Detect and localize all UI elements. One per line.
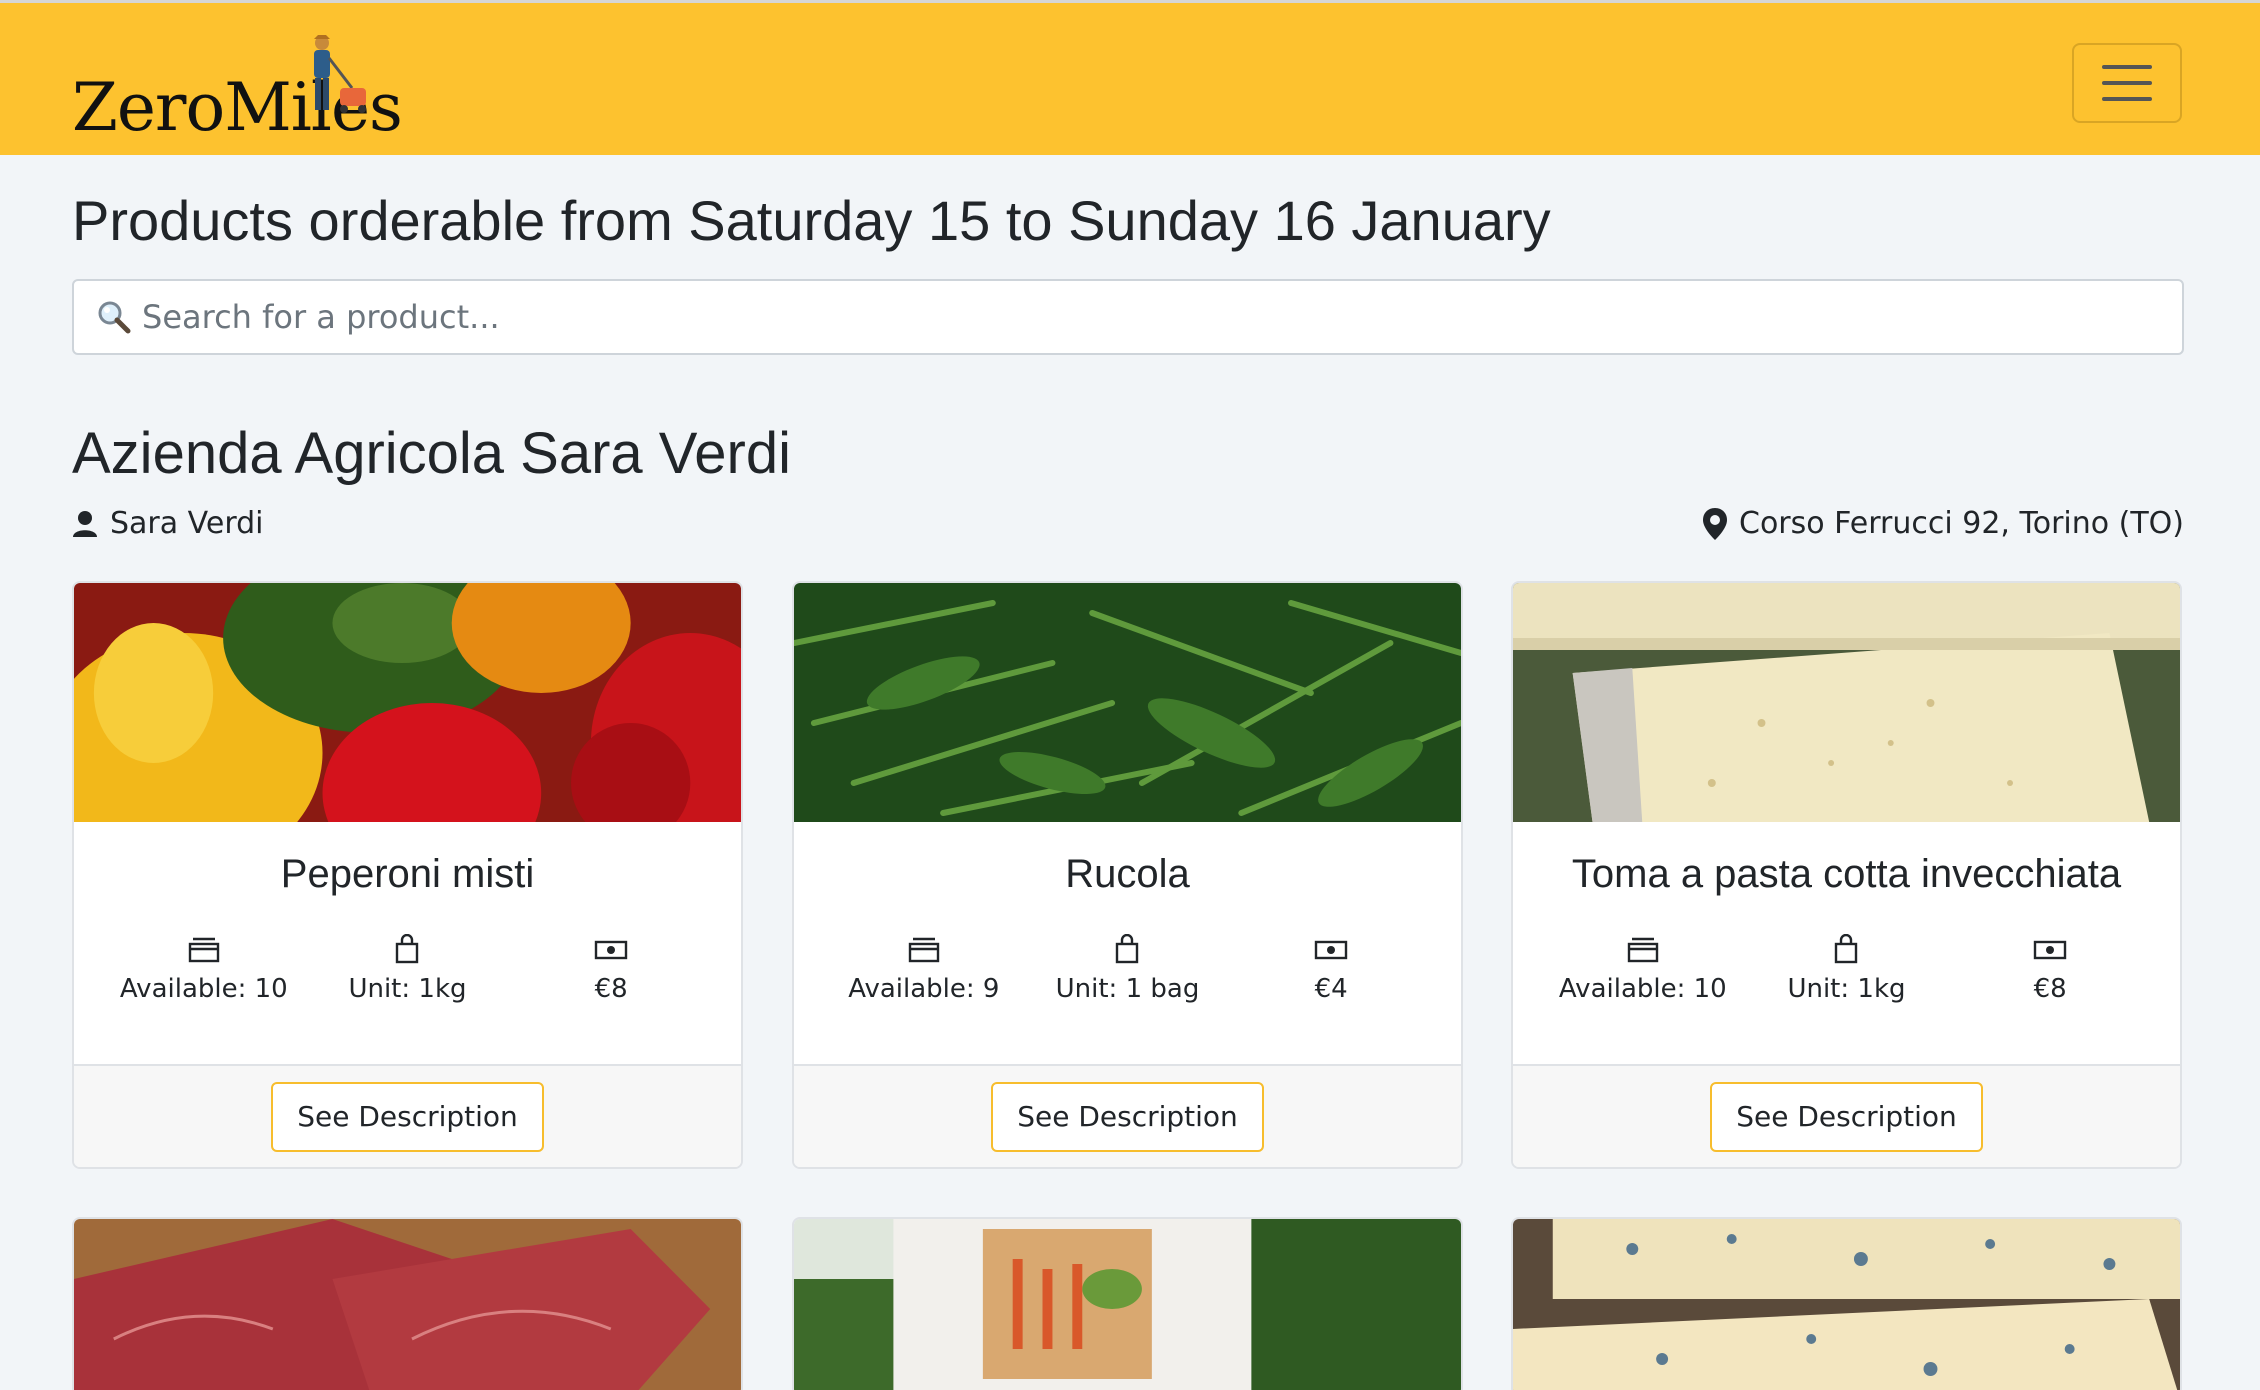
unit-stat: Unit: 1kg <box>1746 934 1946 1004</box>
product-card <box>1511 1217 2182 1390</box>
shopping-bag-icon <box>1116 934 1139 964</box>
availability-stat: Available: 10 <box>1543 934 1743 1004</box>
see-description-button[interactable]: See Description <box>991 1081 1264 1152</box>
card-footer: See Description <box>74 1064 741 1167</box>
card-footer: See Description <box>1513 1064 2180 1167</box>
inventory-box-icon <box>188 937 220 963</box>
inventory-box-icon <box>908 937 940 963</box>
page-title: Products orderable from Saturday 15 to S… <box>72 189 1551 252</box>
availability-stat: Available: 9 <box>824 934 1024 1004</box>
cash-icon <box>2033 940 2067 960</box>
see-description-button[interactable]: See Description <box>271 1081 544 1152</box>
cash-icon <box>1314 940 1348 960</box>
card-footer: See Description <box>794 1064 1461 1167</box>
product-card <box>792 1217 1463 1390</box>
product-photo-meat <box>74 1219 741 1390</box>
shopping-bag-icon <box>396 934 419 964</box>
hamburger-icon-line <box>2102 97 2152 101</box>
product-name: Peperoni misti <box>280 852 535 896</box>
person-icon <box>73 510 97 537</box>
unit-value: Unit: 1kg <box>348 974 467 1004</box>
farmer-name: Sara Verdi <box>110 506 264 541</box>
brand-logo[interactable]: ZeroMiles <box>72 33 403 146</box>
menu-toggle-button[interactable] <box>2072 43 2182 123</box>
product-photo-toma-cheese <box>1513 583 2180 822</box>
farmer-info: Sara Verdi <box>72 506 264 541</box>
hamburger-icon-line <box>2102 81 2152 85</box>
product-card: Toma a pasta cotta invecchiata Available… <box>1511 581 2182 1169</box>
farm-name: Azienda Agricola Sara Verdi <box>72 421 791 486</box>
unit-stat: Unit: 1 bag <box>1027 934 1227 1004</box>
cash-icon <box>594 940 628 960</box>
product-name: Toma a pasta cotta invecchiata <box>1571 852 2122 896</box>
address-text: Corso Ferrucci 92, Torino (TO) <box>1739 506 2184 541</box>
search-bar <box>72 279 2184 355</box>
see-description-button[interactable]: See Description <box>1710 1081 1983 1152</box>
shopping-bag-icon <box>1835 934 1858 964</box>
magnifier-icon <box>98 301 131 334</box>
price-value: €8 <box>594 974 628 1004</box>
farmer-with-mower-icon <box>314 35 366 113</box>
product-photo-blue-cheese <box>1513 1219 2180 1390</box>
product-name: Rucola <box>1065 852 1190 896</box>
unit-value: Unit: 1kg <box>1787 974 1906 1004</box>
product-card <box>72 1217 743 1390</box>
price-stat: €4 <box>1231 934 1431 1004</box>
top-navbar: ZeroMiles <box>0 0 2260 155</box>
product-photo-jar <box>794 1219 1461 1390</box>
availability-stat: Available: 10 <box>104 934 304 1004</box>
hamburger-icon-line <box>2102 65 2152 69</box>
availability-value: Available: 9 <box>848 974 1000 1004</box>
price-value: €4 <box>1314 974 1348 1004</box>
product-card: Rucola Available: 9 Unit: 1 bag €4 See D… <box>792 581 1463 1169</box>
availability-value: Available: 10 <box>1558 974 1727 1004</box>
inventory-box-icon <box>1627 937 1659 963</box>
product-card: Peperoni misti Available: 10 Unit: 1kg €… <box>72 581 743 1169</box>
price-stat: €8 <box>1950 934 2150 1004</box>
availability-value: Available: 10 <box>119 974 288 1004</box>
price-stat: €8 <box>511 934 711 1004</box>
unit-value: Unit: 1 bag <box>1055 974 1200 1004</box>
unit-stat: Unit: 1kg <box>307 934 507 1004</box>
search-input[interactable] <box>142 287 2182 347</box>
price-value: €8 <box>2033 974 2067 1004</box>
location-pin-icon <box>1703 507 1727 540</box>
product-photo-peppers <box>74 583 741 822</box>
farm-address: Corso Ferrucci 92, Torino (TO) <box>1703 506 2184 541</box>
product-photo-rucola <box>794 583 1461 822</box>
